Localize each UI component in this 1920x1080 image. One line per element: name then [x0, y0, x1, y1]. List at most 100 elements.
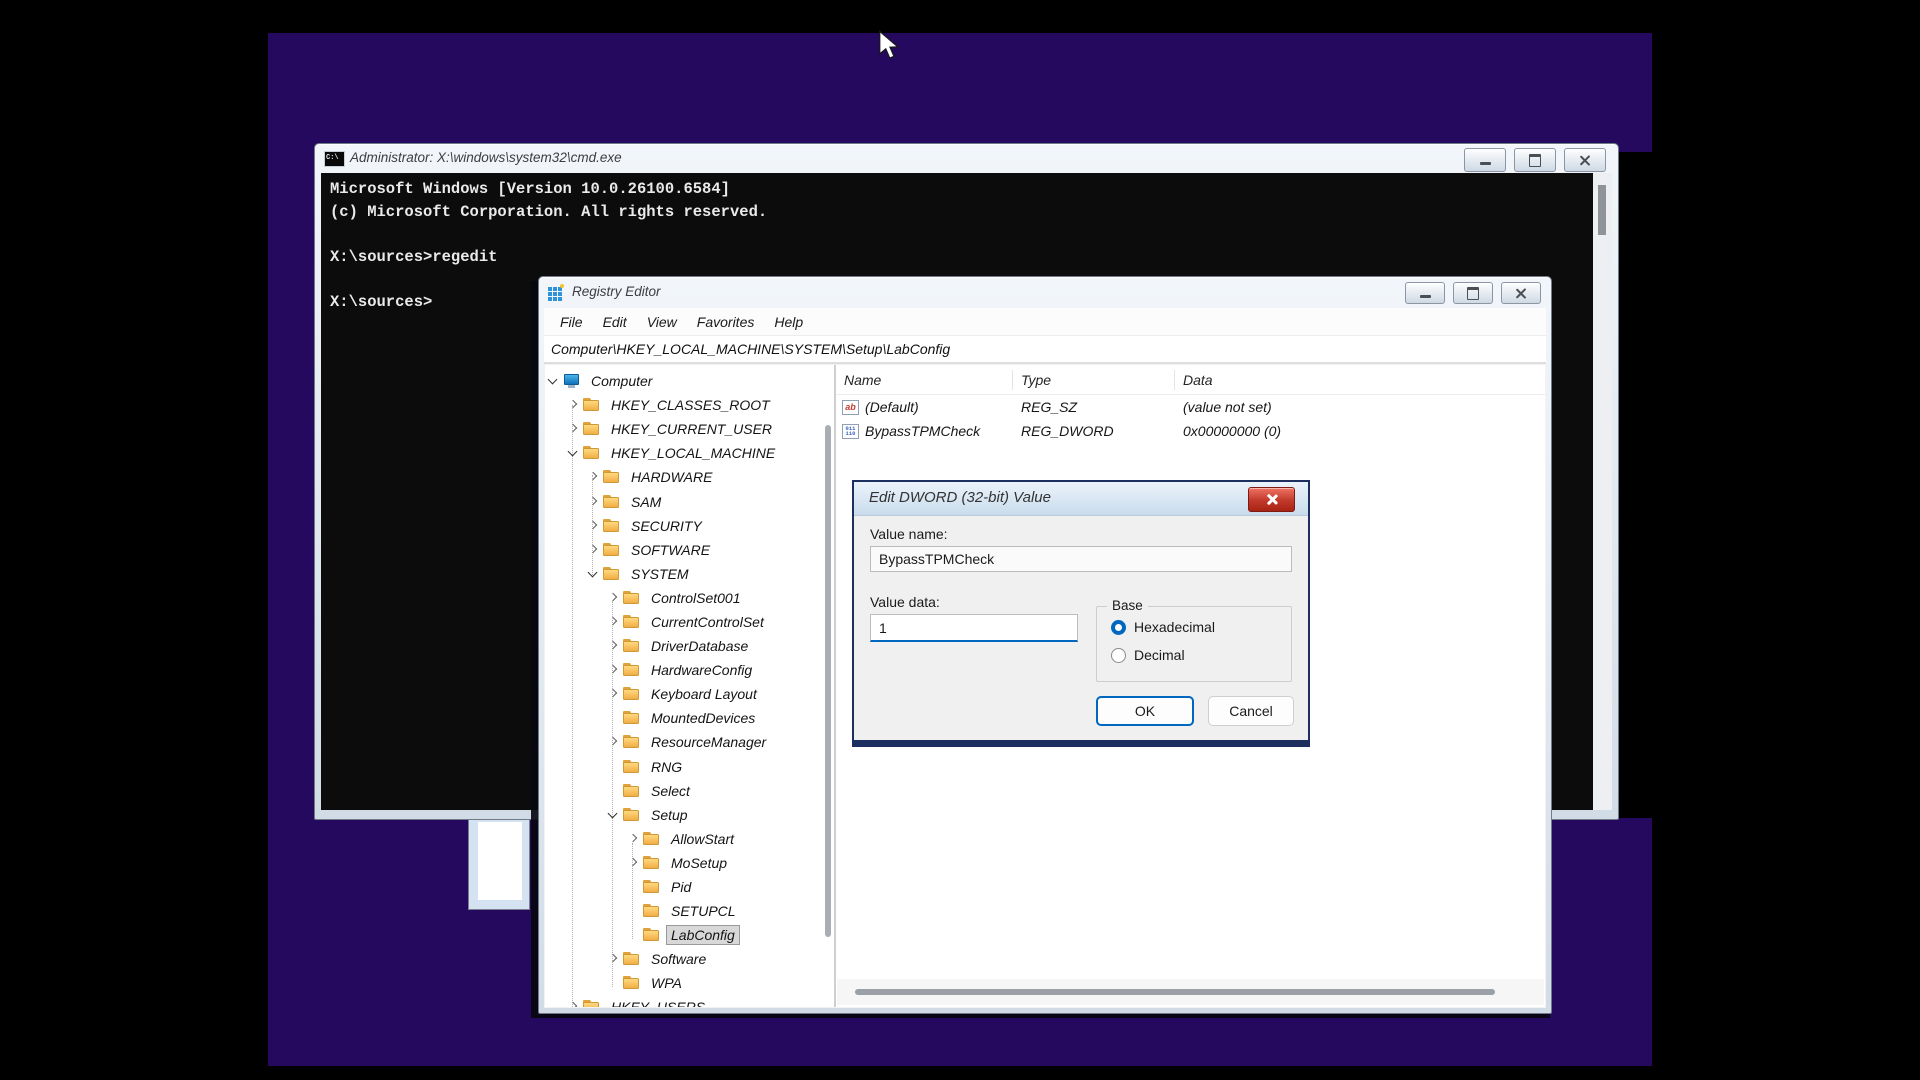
address-path: Computer\HKEY_LOCAL_MACHINE\SYSTEM\Setup…	[551, 341, 951, 357]
value-name-field[interactable]: BypassTPMCheck	[870, 546, 1292, 572]
expander-expanded-icon[interactable]	[546, 374, 560, 388]
tree-item-rng[interactable]: RNG	[545, 755, 834, 779]
menu-view[interactable]: View	[637, 314, 687, 330]
tree-item-hardwareconfig[interactable]: HardwareConfig	[545, 658, 834, 682]
menu-help[interactable]: Help	[764, 314, 813, 330]
folder-icon	[603, 566, 621, 581]
maximize-button[interactable]	[1453, 282, 1493, 304]
expander-collapsed-icon[interactable]	[606, 735, 620, 749]
cmd-titlebar[interactable]: C:\ Administrator: X:\windows\system32\c…	[315, 144, 1618, 173]
close-button[interactable]	[1501, 282, 1541, 304]
value-data-input[interactable]: 1	[870, 614, 1078, 642]
minimize-button[interactable]	[1464, 148, 1506, 172]
close-icon	[1266, 494, 1277, 505]
tree-item-label: Computer	[591, 373, 653, 390]
column-header-name[interactable]: Name	[836, 369, 1013, 390]
expander-collapsed-icon[interactable]	[626, 832, 640, 846]
tree-item-pid[interactable]: Pid	[545, 875, 834, 899]
expander-collapsed-icon[interactable]	[566, 422, 580, 436]
tree-item-system[interactable]: SYSTEM	[545, 562, 834, 586]
registry-window-title: Registry Editor	[572, 284, 661, 299]
expander-collapsed-icon[interactable]	[606, 663, 620, 677]
dialog-title: Edit DWORD (32-bit) Value	[869, 489, 1051, 506]
minimize-button[interactable]	[1405, 282, 1445, 304]
tree-item-software[interactable]: SOFTWARE	[545, 538, 834, 562]
tree-item-computer[interactable]: Computer	[545, 369, 834, 393]
expander-expanded-icon[interactable]	[586, 567, 600, 581]
tree-item-driverdatabase[interactable]: DriverDatabase	[545, 634, 834, 658]
radio-unselected-icon[interactable]	[1111, 647, 1126, 663]
radio-selected-icon[interactable]	[1111, 619, 1126, 635]
registry-titlebar[interactable]: Registry Editor	[539, 277, 1551, 308]
value-name-cell: 011 110 BypassTPMCheck	[836, 423, 1013, 439]
cmd-scrollbar[interactable]	[1593, 173, 1612, 810]
tree-scrollbar-thumb[interactable]	[825, 425, 831, 937]
tree-item-wpa[interactable]: WPA	[545, 971, 834, 995]
dialog-titlebar[interactable]: Edit DWORD (32-bit) Value	[854, 482, 1308, 516]
horizontal-scrollbar[interactable]	[837, 979, 1544, 1005]
folder-icon	[623, 759, 641, 774]
tree-item-sam[interactable]: SAM	[545, 489, 834, 513]
computer-icon	[563, 374, 581, 389]
menu-favorites[interactable]: Favorites	[687, 314, 765, 330]
value-type-cell: REG_DWORD	[1021, 423, 1114, 439]
tree-item-mosetup[interactable]: MoSetup	[545, 851, 834, 875]
tree-item-hardware[interactable]: HARDWARE	[545, 465, 834, 489]
tree-item-setupcl[interactable]: SETUPCL	[545, 899, 834, 923]
address-bar[interactable]: Computer\HKEY_LOCAL_MACHINE\SYSTEM\Setup…	[544, 336, 1546, 363]
expander-collapsed-icon[interactable]	[586, 495, 600, 509]
expander-expanded-icon[interactable]	[566, 446, 580, 460]
horizontal-scrollbar-thumb[interactable]	[855, 989, 1495, 995]
menu-file[interactable]: File	[550, 314, 593, 330]
tree-item-mounteddevices[interactable]: MountedDevices	[545, 706, 834, 730]
tree-item-currentcontrolset[interactable]: CurrentControlSet	[545, 610, 834, 634]
menu-edit[interactable]: Edit	[593, 314, 637, 330]
folder-icon	[583, 422, 601, 436]
tree-item-label: MoSetup	[671, 854, 728, 871]
tree-item-label: ControlSet001	[651, 589, 741, 606]
tree-item-hkey-users[interactable]: HKEY_USERS	[545, 995, 834, 1007]
tree-item-hkey-classes-root[interactable]: HKEY_CLASSES_ROOT	[545, 393, 834, 417]
tree-item-setup[interactable]: Setup	[545, 803, 834, 827]
close-button[interactable]	[1564, 148, 1606, 172]
folder-icon	[623, 687, 641, 701]
expander-expanded-icon[interactable]	[606, 808, 620, 822]
expander-collapsed-icon[interactable]	[606, 952, 620, 966]
tree-item-hkey-local-machine[interactable]: HKEY_LOCAL_MACHINE	[545, 441, 834, 465]
tree-item-controlset001[interactable]: ControlSet001	[545, 586, 834, 610]
expander-collapsed-icon[interactable]	[586, 543, 600, 557]
reg-string-icon: ab	[842, 399, 859, 415]
expander-collapsed-icon[interactable]	[586, 470, 600, 484]
tree-item-keyboard-layout[interactable]: Keyboard Layout	[545, 682, 834, 706]
column-header-type[interactable]: Type	[1013, 369, 1175, 390]
expander-collapsed-icon[interactable]	[566, 1000, 580, 1007]
tree-item-select[interactable]: Select	[545, 779, 834, 803]
cmd-scrollbar-thumb[interactable]	[1598, 185, 1606, 235]
tree-item-label: SECURITY	[631, 517, 702, 534]
registry-value-row-bypasstpmcheck[interactable]: 011 110 BypassTPMCheck REG_DWORD 0x00000000 …	[836, 419, 1545, 443]
tree-item-security[interactable]: SECURITY	[545, 514, 834, 538]
ok-button[interactable]: OK	[1096, 696, 1194, 726]
expander-collapsed-icon[interactable]	[566, 398, 580, 412]
dialog-close-button[interactable]	[1248, 487, 1295, 512]
maximize-button[interactable]	[1514, 148, 1556, 172]
tree-item-resourcemanager[interactable]: ResourceManager	[545, 730, 834, 754]
folder-icon	[583, 446, 601, 460]
expander-collapsed-icon[interactable]	[586, 519, 600, 533]
cancel-button[interactable]: Cancel	[1208, 696, 1294, 726]
tree-item-software[interactable]: Software	[545, 947, 834, 971]
tree-item-allowstart[interactable]: AllowStart	[545, 827, 834, 851]
expander-collapsed-icon[interactable]	[606, 591, 620, 605]
tree-item-labconfig[interactable]: LabConfig	[545, 923, 834, 947]
expander-collapsed-icon[interactable]	[626, 856, 640, 870]
expander-collapsed-icon[interactable]	[606, 639, 620, 653]
tree-item-hkey-current-user[interactable]: HKEY_CURRENT_USER	[545, 417, 834, 441]
radio-row-decimal[interactable]: Decimal	[1111, 647, 1185, 663]
folder-icon	[623, 976, 641, 990]
column-header-data[interactable]: Data	[1175, 370, 1545, 390]
radio-row-hexadecimal[interactable]: Hexadecimal	[1111, 619, 1215, 635]
expander-collapsed-icon[interactable]	[606, 687, 620, 701]
registry-value-row--default-[interactable]: ab (Default) REG_SZ (value not set)	[836, 395, 1545, 419]
expander-collapsed-icon[interactable]	[606, 615, 620, 629]
